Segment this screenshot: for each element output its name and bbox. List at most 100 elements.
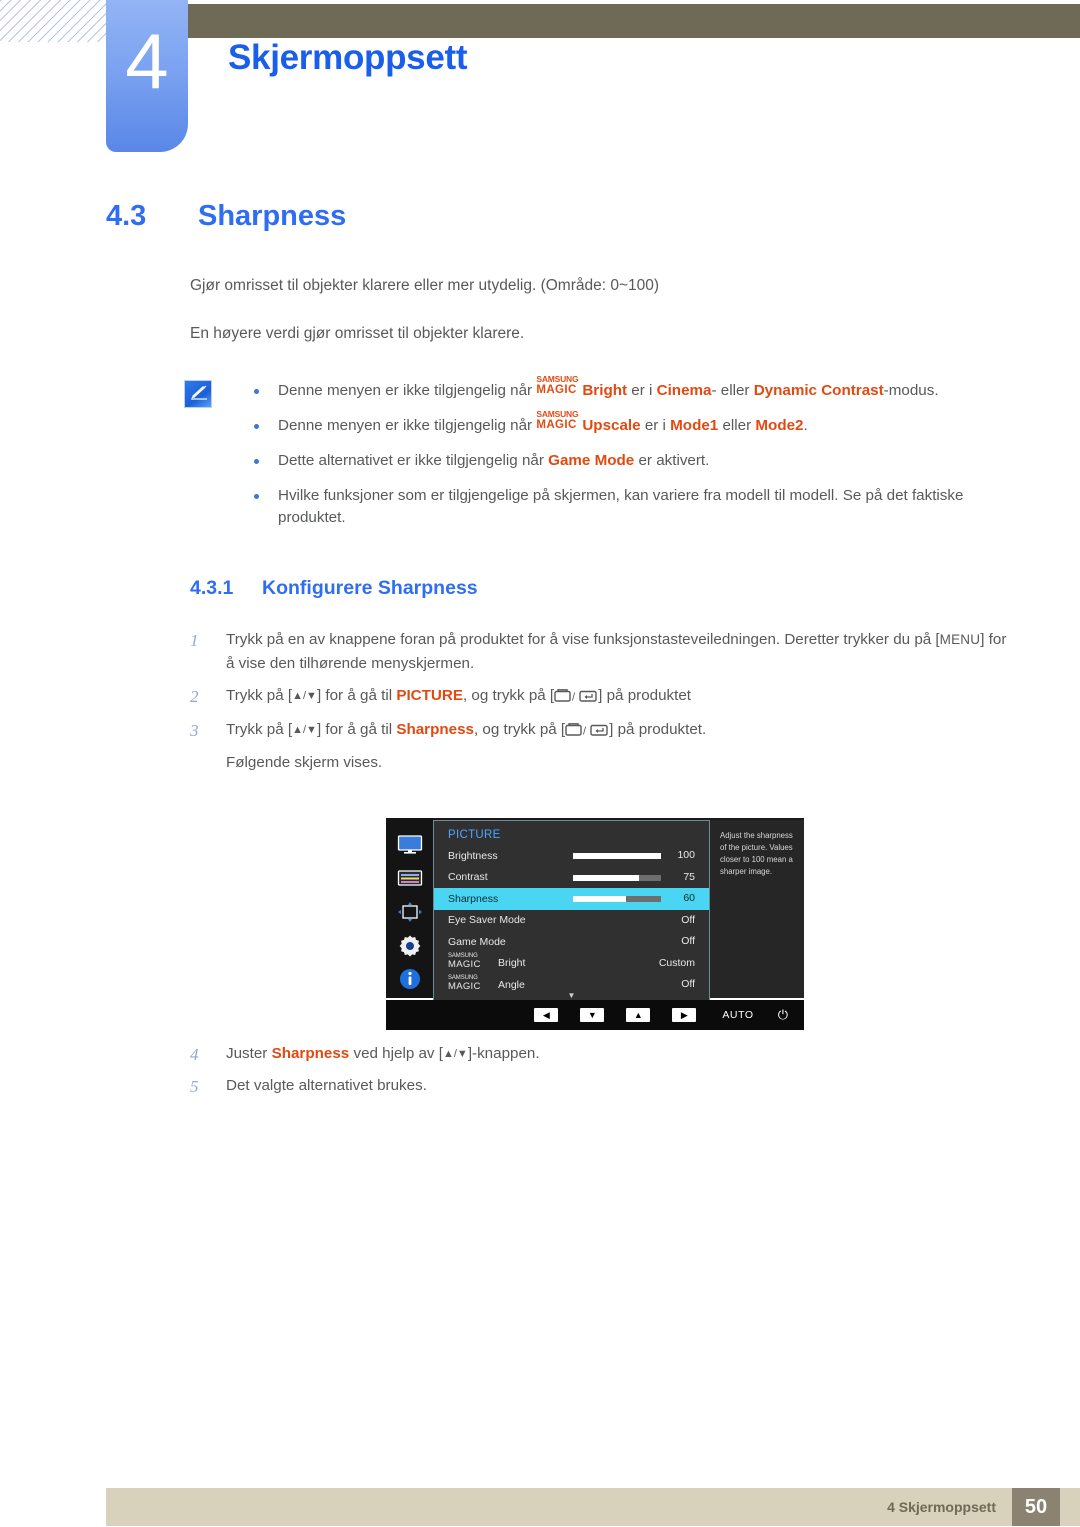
osd-button-left-icon[interactable]: ◀ [534,1008,559,1022]
footer-chapter-label: 4 Skjermoppsett [887,1499,996,1515]
note-bullet-list: Denne menyen er ikke tilgjengelig når SA… [248,374,1010,530]
step-text-part3: , og trykk på [ [473,721,566,739]
step-highlight: PICTURE [396,686,463,704]
step-text-part1: Trykk på en av knappene foran på produkt… [226,631,940,649]
osd-row-value: Custom [658,956,695,969]
bullet-text-post: -modus. [883,382,939,400]
page-content: 4.3 Sharpness Gjør omrisset til objekter … [0,200,1080,782]
step-text-part2: ved hjelp av [ [349,1045,443,1062]
bullet-highlight-2: Dynamic Contrast [753,382,884,400]
magic-suffix: Upscale [582,417,641,435]
bullet-text-post: . [803,417,808,435]
osd-row-brightness[interactable]: Brightness 100 [434,845,709,867]
osd-menu-panel: PICTURE Brightness 100 Contrast 75 Sharp… [433,820,710,1003]
osd-auto-button[interactable]: AUTO [722,1009,753,1021]
magic-bottom-text: MAGIC [536,419,577,432]
step-list: 1 Trykk på en av knappene foran på produk… [190,628,1010,774]
bullet-highlight-2: Mode2 [755,417,804,435]
gear-icon[interactable] [395,931,425,961]
step-text-part5: Følgende skjerm vises. [226,753,383,771]
bullet-highlight-1: Game Mode [548,452,635,470]
osd-button-up-icon[interactable]: ▲ [626,1008,651,1022]
step-list-lower: 4 Juster Sharpness ved hjelp av [▲/▼]-kna… [0,1042,1080,1105]
osd-slider-track[interactable] [573,896,661,902]
osd-button-right-icon[interactable]: ▶ [672,1008,697,1022]
info-icon[interactable] [395,964,425,994]
osd-row-label: Game Mode [448,935,506,948]
section-number: 4.3 [106,200,147,232]
section-title: Sharpness [198,200,347,232]
header-band [106,4,1080,38]
updown-arrow-icon: ▲/▼ [292,689,317,702]
bullet-text-pre: Dette alternativet er ikke tilgjengelig … [278,452,549,470]
osd-samsung-magic-logo: SAMSUNG MAGIC [448,953,498,971]
step-number: 2 [190,686,199,706]
osd-slider-track[interactable] [573,853,661,859]
footer-page-number: 50 [1012,1488,1060,1526]
osd-row-eye-saver-mode[interactable]: Eye Saver Mode Off [434,910,709,932]
decorative-hatch-pattern [0,0,118,42]
osd-menu-title: PICTURE [448,829,501,841]
bullet-text-mid: er i [640,417,671,435]
step-item-2: 2 Trykk på [▲/▼] for å gå til PICTURE, og… [190,684,1010,711]
note-block: Denne menyen er ikke tilgjengelig når SA… [184,374,1010,530]
step-text-part4: ] på produktet [598,686,692,704]
menu-keycap: MENU [939,632,981,648]
bullet-text-mid2: - eller [711,382,754,400]
page-header: 4 Skjermoppsett [0,0,1080,160]
osd-row-sharpness[interactable]: Sharpness 60 [434,888,709,910]
step-number: 5 [190,1076,199,1096]
up-arrow-icon: ▲ [633,1009,643,1020]
monitor-icon[interactable] [395,830,425,860]
samsung-magic-logo: SAMSUNG MAGIC [536,409,582,431]
bullet-text-mid: er i [627,382,657,400]
step-number: 1 [190,631,199,651]
note-pen-icon [184,379,212,408]
osd-row-magicbright[interactable]: SAMSUNG MAGIC Bright Custom [434,953,709,975]
osd-button-down-icon[interactable]: ▼ [580,1008,605,1022]
osd-row-game-mode[interactable]: Game Mode Off [434,931,709,953]
updown-arrow-icon: ▲/▼ [442,1048,468,1060]
step-text-part1: Trykk på [ [226,686,293,704]
step-number: 4 [190,1045,199,1064]
osd-scroll-down-caret-icon[interactable]: ▼ [568,991,576,1000]
osd-slider-fill [573,853,661,859]
step-text-part2: ] for å gå til [316,686,397,704]
subsection-number: 4.3.1 [190,577,234,600]
screen-adjust-icon[interactable] [395,897,425,927]
step-item-5: 5 Det valgte alternativet brukes. [190,1074,1010,1098]
osd-slider-track[interactable] [573,874,661,881]
osd-main-window: PICTURE Brightness 100 Contrast 75 Sharp… [386,818,804,1003]
magic-bottom-text: MAGIC [536,383,577,396]
osd-row-value: 60 [683,892,695,904]
osd-samsung-magic-logo: SAMSUNG MAGIC [448,975,498,992]
step-text-part3: , og trykk på [ [462,686,555,704]
step-text-part1: Det valgte alternativet brukes. [226,1076,427,1094]
osd-row-label: Brightness [448,849,498,862]
right-arrow-icon: ▶ [680,1009,688,1020]
osd-row-value: Off [681,935,695,947]
subsection-title: Konfigurere Sharpness [262,577,478,600]
bullet-text-post: er aktivert. [634,452,710,470]
picture-list-icon[interactable] [395,864,425,894]
intro-paragraph-2: En høyere verdi gjør omrisset til objekt… [190,325,525,343]
osd-row-value: 75 [683,870,695,883]
step-text-part2: ] for å gå til [316,721,397,739]
osd-row-label: Sharpness [448,892,499,905]
note-bullet-item: Denne menyen er ikke tilgjengelig når SA… [248,409,1010,437]
step-text-part4: ] på produktet. [609,721,707,739]
magic-suffix: Bright [582,382,628,400]
step-highlight: Sharpness [396,721,474,739]
osd-magic-bottom-text: MAGIC [448,959,481,971]
osd-row-label: Bright [498,957,526,970]
step-highlight: Sharpness [271,1045,350,1062]
power-icon[interactable]: ⏻ [778,1007,788,1023]
left-arrow-icon: ◀ [542,1009,550,1020]
step-number: 3 [190,721,199,741]
osd-row-contrast[interactable]: Contrast 75 [434,867,709,889]
osd-sidebar [386,818,433,998]
chapter-number: 4 [125,17,169,105]
step-item-3: 3 Trykk på [▲/▼] for å gå til Sharpness, … [190,718,1010,774]
source-enter-button-icon: / [565,721,609,745]
step-item-1: 1 Trykk på en av knappene foran på produk… [190,628,1010,675]
